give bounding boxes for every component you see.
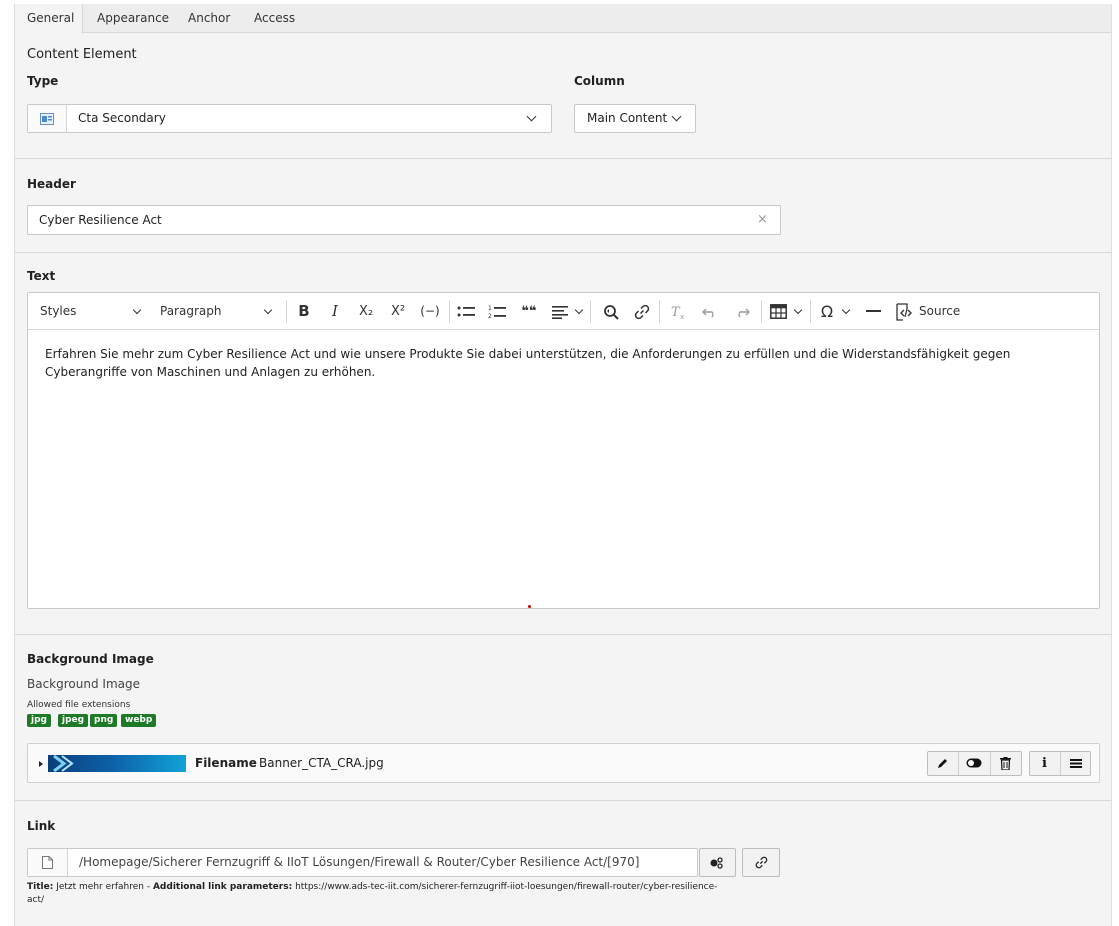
svg-text:x: x <box>680 313 684 320</box>
file-action-group <box>927 751 1022 776</box>
horizontal-line-icon[interactable] <box>866 310 881 312</box>
clear-icon[interactable]: × <box>757 206 768 234</box>
thumbnail-logo-icon <box>53 755 74 772</box>
toolbar-separator <box>449 300 450 323</box>
editor-content[interactable]: Erfahren Sie mehr zum Cyber Resilience A… <box>45 345 1085 381</box>
background-image-sublabel: Background Image <box>27 677 140 691</box>
chevron-down-icon <box>671 111 682 122</box>
remove-format-icon[interactable]: T x <box>670 304 686 320</box>
text-label: Text <box>27 269 56 283</box>
type-select-value: Cta Secondary <box>78 111 166 125</box>
tab-bar: General Appearance Anchor Access <box>15 4 1111 34</box>
button-separator <box>958 752 959 775</box>
tab-appearance[interactable]: Appearance <box>97 4 169 33</box>
paragraph-dropdown[interactable]: Paragraph <box>160 293 221 330</box>
divider <box>15 252 1111 253</box>
link-icon[interactable] <box>742 848 780 877</box>
editor-toolbar: Styles Paragraph B I X₂ X² (−) 1 2 ❝❝ T … <box>28 293 1099 330</box>
toolbar-separator <box>590 300 591 323</box>
source-icon[interactable] <box>895 303 915 321</box>
numbered-list-icon[interactable]: 1 2 <box>488 304 506 320</box>
page-icon <box>42 856 53 869</box>
quote-icon[interactable]: ❝❝ <box>518 293 540 330</box>
toolbar-separator <box>286 300 287 323</box>
content-element-icon <box>40 113 54 125</box>
source-button-label[interactable]: Source <box>919 293 960 330</box>
file-thumbnail <box>48 755 186 772</box>
chevron-down-icon <box>526 111 537 122</box>
page-tree-icon[interactable] <box>699 848 736 877</box>
background-image-label: Background Image <box>27 652 154 666</box>
bulleted-list-icon[interactable] <box>457 305 475 319</box>
chevron-down-icon <box>793 305 803 315</box>
svg-text:1: 1 <box>488 305 492 312</box>
link-input[interactable]: /Homepage/Sicherer Fernzugriff & IIoT Lö… <box>27 848 698 877</box>
type-label: Type <box>27 74 59 88</box>
trash-icon[interactable] <box>993 752 1018 775</box>
type-icon-box <box>28 105 67 132</box>
rich-text-editor[interactable]: Styles Paragraph B I X₂ X² (−) 1 2 ❝❝ T … <box>27 292 1100 609</box>
chevron-down-icon <box>263 305 273 315</box>
link-icon-box <box>28 849 68 876</box>
section-title-content-element: Content Element <box>27 47 137 62</box>
tab-access[interactable]: Access <box>254 4 295 33</box>
column-select[interactable]: Main Content <box>574 104 696 133</box>
table-icon[interactable] <box>770 304 787 319</box>
extension-badge: jpg <box>27 714 51 727</box>
button-separator <box>990 752 991 775</box>
file-reference-row: Filename Banner_CTA_CRA.jpg i <box>27 743 1100 783</box>
find-replace-icon[interactable] <box>602 303 620 321</box>
toggle-icon[interactable] <box>961 752 986 775</box>
link-label: Link <box>27 819 56 833</box>
link-icon[interactable] <box>634 304 650 320</box>
divider <box>15 158 1111 159</box>
type-select[interactable]: Cta Secondary <box>27 104 552 133</box>
chevron-down-icon <box>574 305 584 315</box>
soft-hyphen-button[interactable]: (−) <box>416 293 444 330</box>
info-icon[interactable]: i <box>1032 752 1057 775</box>
align-icon[interactable] <box>552 305 568 319</box>
expand-caret-icon[interactable] <box>39 761 43 767</box>
redo-icon[interactable] <box>734 306 750 318</box>
link-meta: Title: Jetzt mehr erfahren - Additional … <box>27 881 727 907</box>
tab-anchor[interactable]: Anchor <box>188 4 230 33</box>
svg-text:2: 2 <box>488 313 492 320</box>
link-title-key: Title: <box>27 882 54 892</box>
styles-dropdown[interactable]: Styles <box>40 293 76 330</box>
file-info-group: i <box>1029 751 1091 776</box>
chevron-down-icon <box>841 305 851 315</box>
resize-indicator <box>528 605 531 608</box>
special-characters-button[interactable]: Ω <box>817 293 837 330</box>
pencil-icon[interactable] <box>930 752 955 775</box>
extension-badge: webp <box>121 714 157 727</box>
toolbar-separator <box>761 300 762 323</box>
button-separator <box>1060 752 1061 775</box>
extension-badge: jpeg <box>58 714 89 727</box>
divider <box>15 800 1111 801</box>
tab-general[interactable]: General <box>15 4 83 34</box>
subscript-button[interactable]: X₂ <box>353 293 379 330</box>
column-label: Column <box>574 74 625 88</box>
chevron-down-icon <box>132 305 142 315</box>
link-title-value: Jetzt mehr erfahren - <box>56 882 151 892</box>
header-input[interactable]: Cyber Resilience Act × <box>27 205 781 235</box>
form-frame: General Appearance Anchor Access Content… <box>14 4 1112 926</box>
header-input-value: Cyber Resilience Act <box>39 213 162 227</box>
link-params-key: Additional link parameters: <box>152 882 293 892</box>
extension-badge: png <box>90 714 118 727</box>
hamburger-icon[interactable] <box>1063 752 1088 775</box>
column-select-value: Main Content <box>587 111 668 125</box>
filename-value: Banner_CTA_CRA.jpg <box>259 756 384 770</box>
filename-label: Filename <box>195 756 257 770</box>
toolbar-separator <box>810 300 811 323</box>
header-label: Header <box>27 177 76 191</box>
allowed-extensions-label: Allowed file extensions <box>27 700 131 710</box>
link-input-value: /Homepage/Sicherer Fernzugriff & IIoT Lö… <box>79 855 640 869</box>
bold-button[interactable]: B <box>292 293 316 330</box>
superscript-button[interactable]: X² <box>385 293 411 330</box>
toolbar-separator <box>659 300 660 323</box>
divider <box>15 634 1111 635</box>
undo-icon[interactable] <box>702 306 718 318</box>
italic-button[interactable]: I <box>324 293 346 330</box>
